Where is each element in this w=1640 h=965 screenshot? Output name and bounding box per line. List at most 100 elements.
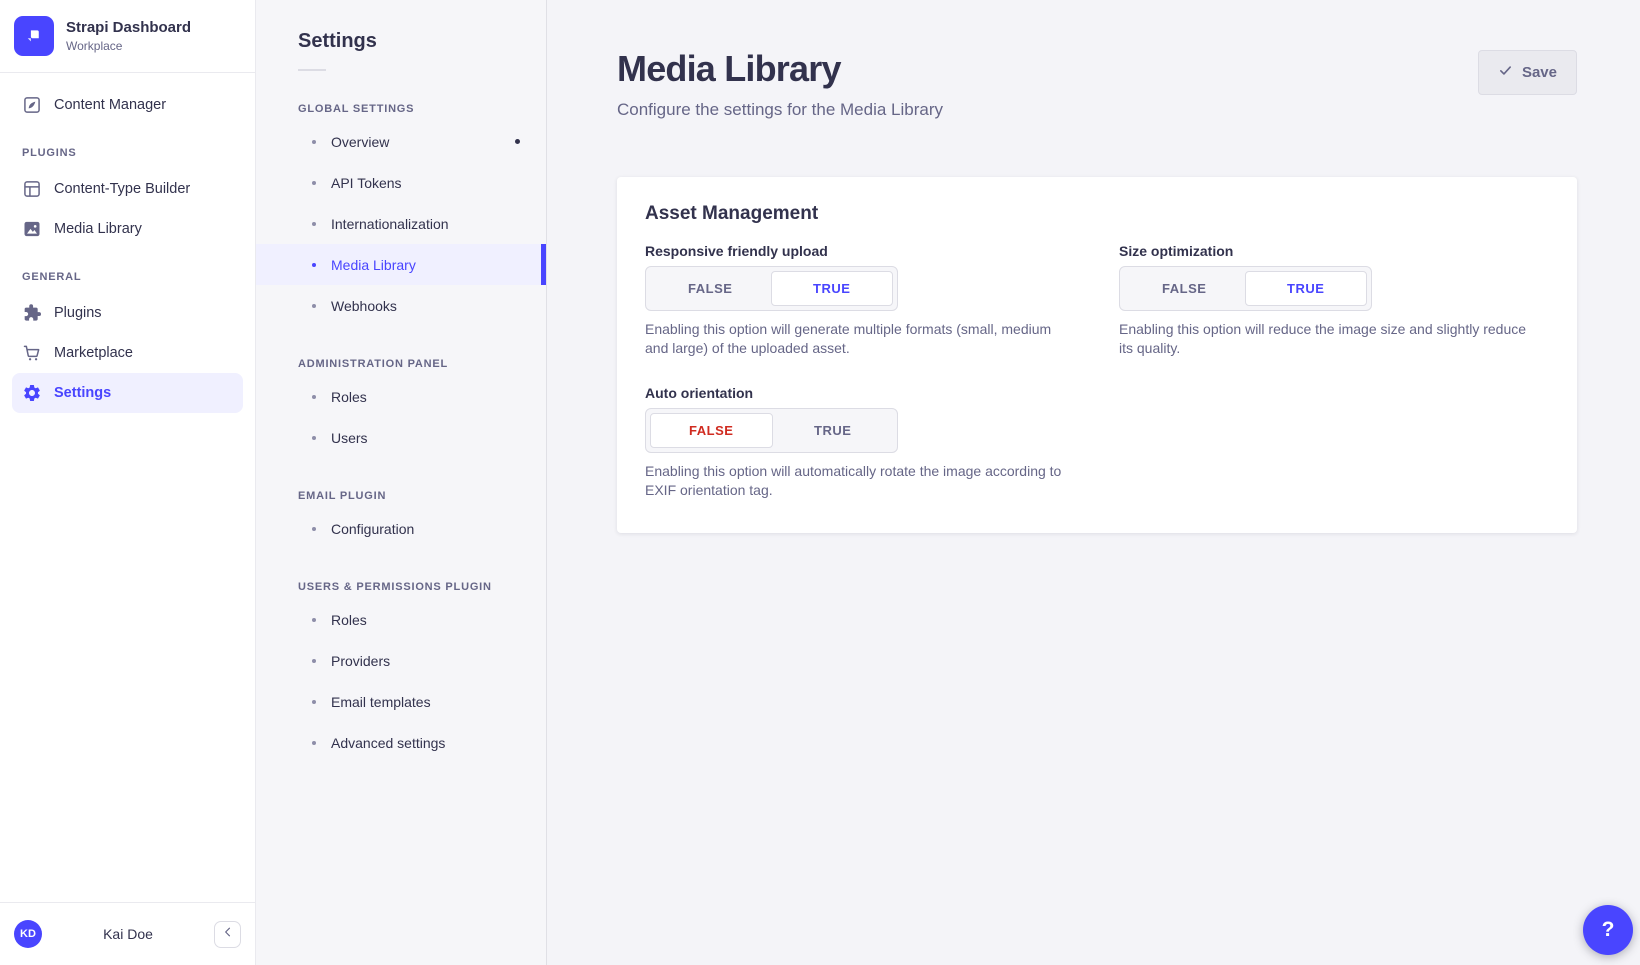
- sidebar-item-content-manager[interactable]: Content Manager: [12, 85, 243, 125]
- card-heading: Asset Management: [645, 203, 1549, 225]
- field-description: Enabling this option will reduce the ima…: [1119, 320, 1543, 357]
- section-label-plugins: PLUGINS: [22, 147, 233, 159]
- page-header: Media Library Configure the settings for…: [617, 0, 1577, 120]
- brand-subtitle: Workplace: [66, 39, 191, 53]
- subnav-item-admin-users[interactable]: Users: [256, 417, 546, 458]
- edit-icon: [22, 95, 42, 115]
- bullet-icon: [312, 527, 316, 531]
- help-button[interactable]: ?: [1583, 905, 1633, 955]
- page-title: Media Library: [617, 48, 943, 90]
- asset-management-card: Asset Management Responsive friendly upl…: [617, 177, 1577, 533]
- puzzle-icon: [22, 303, 42, 323]
- subnav-item-label: Media Library: [331, 257, 416, 273]
- bullet-icon: [312, 304, 316, 308]
- field-label: Responsive friendly upload: [645, 243, 1075, 259]
- collapse-sidebar-button[interactable]: [214, 921, 241, 948]
- toggle-option-true[interactable]: TRUE: [773, 413, 894, 448]
- subnav-item-admin-roles[interactable]: Roles: [256, 376, 546, 417]
- save-button[interactable]: Save: [1478, 50, 1577, 95]
- sidebar-item-content-type-builder[interactable]: Content-Type Builder: [12, 169, 243, 209]
- subnav-title-divider: [298, 69, 326, 71]
- layout-icon: [22, 179, 42, 199]
- subnav-item-up-roles[interactable]: Roles: [256, 599, 546, 640]
- strapi-logo-glyph: [23, 25, 45, 47]
- size-optimization-toggle: FALSE TRUE: [1119, 266, 1372, 311]
- sidebar-footer: KD Kai Doe: [0, 902, 255, 965]
- subnav-item-webhooks[interactable]: Webhooks: [256, 285, 546, 326]
- cart-icon: [22, 343, 42, 363]
- sidebar-item-label: Marketplace: [54, 345, 133, 361]
- auto-orientation-toggle: FALSE TRUE: [645, 408, 898, 453]
- question-icon: ?: [1602, 918, 1615, 942]
- settings-subnav: Settings GLOBAL SETTINGS Overview API To…: [256, 0, 547, 965]
- subnav-item-label: Providers: [331, 653, 390, 669]
- field-description: Enabling this option will generate multi…: [645, 320, 1069, 357]
- notification-dot: [515, 139, 520, 144]
- toggle-option-true[interactable]: TRUE: [771, 271, 894, 306]
- sidebar-item-label: Content Manager: [54, 97, 166, 113]
- bullet-icon: [312, 618, 316, 622]
- page-subtitle: Configure the settings for the Media Lib…: [617, 100, 943, 120]
- primary-sidebar: Strapi Dashboard Workplace Content Manag…: [0, 0, 256, 965]
- bullet-icon: [312, 659, 316, 663]
- subnav-title: Settings: [298, 30, 522, 53]
- subnav-section-administration-panel: ADMINISTRATION PANEL: [298, 358, 522, 370]
- bullet-icon: [312, 436, 316, 440]
- section-label-general: GENERAL: [22, 271, 233, 283]
- sidebar-item-marketplace[interactable]: Marketplace: [12, 333, 243, 373]
- subnav-item-media-library[interactable]: Media Library: [256, 244, 546, 285]
- bullet-icon: [312, 741, 316, 745]
- responsive-friendly-upload-toggle: FALSE TRUE: [645, 266, 898, 311]
- field-responsive-friendly-upload: Responsive friendly upload FALSE TRUE En…: [645, 243, 1075, 357]
- field-label: Auto orientation: [645, 385, 1075, 401]
- toggle-option-true[interactable]: TRUE: [1245, 271, 1368, 306]
- subnav-item-label: Webhooks: [331, 298, 397, 314]
- subnav-item-label: API Tokens: [331, 175, 402, 191]
- subnav-item-label: Email templates: [331, 694, 431, 710]
- subnav-item-overview[interactable]: Overview: [256, 121, 546, 162]
- subnav-item-email-templates[interactable]: Email templates: [256, 681, 546, 722]
- workspace-switcher[interactable]: Strapi Dashboard Workplace: [0, 0, 255, 72]
- page-header-text: Media Library Configure the settings for…: [617, 48, 943, 120]
- bullet-icon: [312, 181, 316, 185]
- subnav-item-label: Roles: [331, 389, 367, 405]
- subnav-section-users-permissions-plugin: USERS & PERMISSIONS PLUGIN: [298, 581, 522, 593]
- brand-title: Strapi Dashboard: [66, 19, 191, 37]
- field-size-optimization: Size optimization FALSE TRUE Enabling th…: [1119, 243, 1549, 357]
- toggle-option-false[interactable]: FALSE: [1124, 271, 1245, 306]
- subnav-item-email-configuration[interactable]: Configuration: [256, 508, 546, 549]
- bullet-icon: [312, 140, 316, 144]
- field-description: Enabling this option will automatically …: [645, 462, 1069, 499]
- user-name: Kai Doe: [42, 926, 214, 942]
- toggle-option-false[interactable]: FALSE: [650, 413, 773, 448]
- primary-nav: Content Manager PLUGINS Content-Type Bui…: [0, 73, 255, 413]
- field-label: Size optimization: [1119, 243, 1549, 259]
- subnav-item-providers[interactable]: Providers: [256, 640, 546, 681]
- bullet-icon: [312, 222, 316, 226]
- brand-text: Strapi Dashboard Workplace: [66, 19, 191, 53]
- sidebar-item-label: Content-Type Builder: [54, 181, 190, 197]
- subnav-section-global-settings: GLOBAL SETTINGS: [298, 103, 522, 115]
- subnav-item-api-tokens[interactable]: API Tokens: [256, 162, 546, 203]
- toggle-option-false[interactable]: FALSE: [650, 271, 771, 306]
- subnav-item-advanced-settings[interactable]: Advanced settings: [256, 722, 546, 763]
- bullet-icon: [312, 263, 316, 267]
- subnav-item-label: Overview: [331, 134, 389, 150]
- avatar[interactable]: KD: [14, 920, 42, 948]
- bullet-icon: [312, 700, 316, 704]
- sidebar-item-plugins[interactable]: Plugins: [12, 293, 243, 333]
- sidebar-item-media-library[interactable]: Media Library: [12, 209, 243, 249]
- subnav-section-email-plugin: EMAIL PLUGIN: [298, 490, 522, 502]
- subnav-item-label: Internationalization: [331, 216, 449, 232]
- strapi-logo: [14, 16, 54, 56]
- subnav-item-label: Roles: [331, 612, 367, 628]
- field-auto-orientation: Auto orientation FALSE TRUE Enabling thi…: [645, 385, 1075, 499]
- subnav-item-label: Configuration: [331, 521, 414, 537]
- subnav-item-internationalization[interactable]: Internationalization: [256, 203, 546, 244]
- subnav-item-label: Users: [331, 430, 368, 446]
- main-content: Media Library Configure the settings for…: [547, 0, 1640, 965]
- check-icon: [1498, 63, 1513, 82]
- sidebar-item-settings[interactable]: Settings: [12, 373, 243, 413]
- chevron-left-icon: [221, 925, 235, 944]
- avatar-initials: KD: [20, 928, 36, 940]
